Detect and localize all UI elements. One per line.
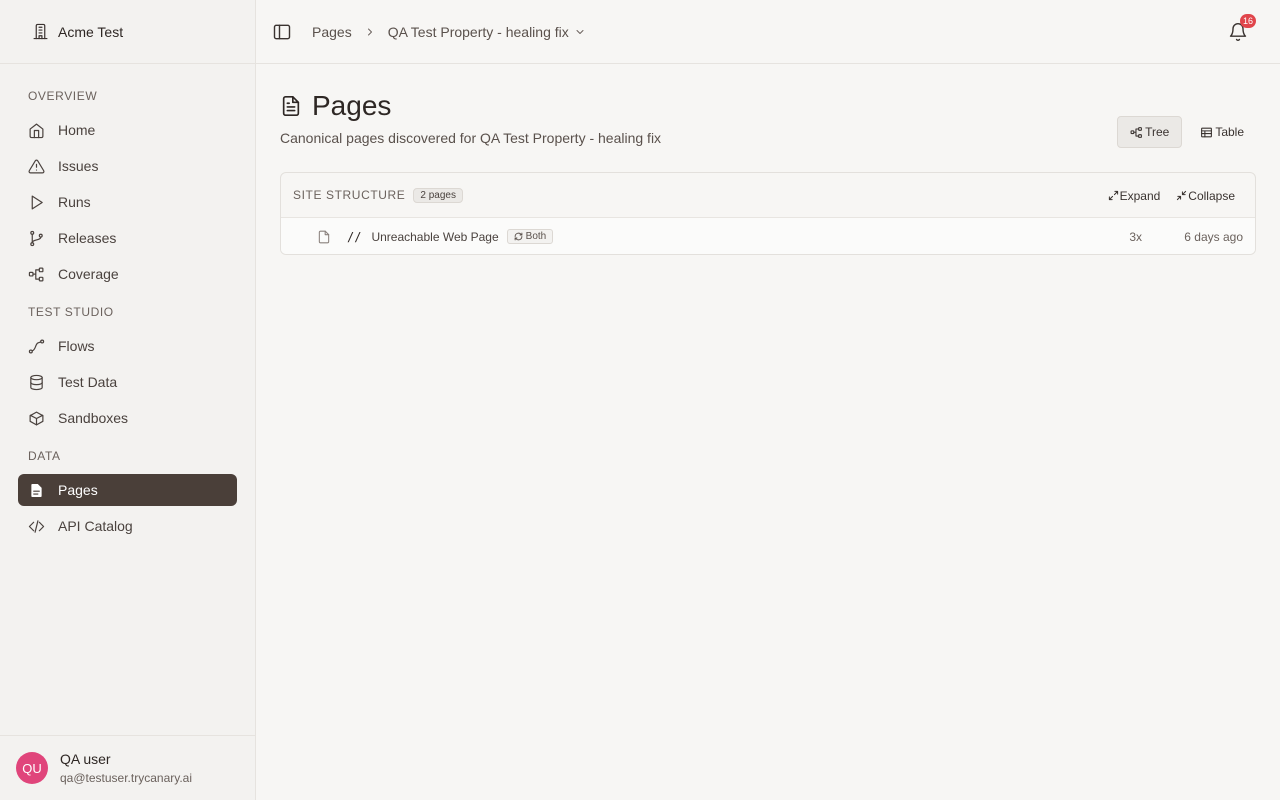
sidebar-item-issues[interactable]: Issues (18, 150, 237, 182)
page-subtitle: Canonical pages discovered for QA Test P… (280, 130, 662, 146)
site-structure-title: SITE STRUCTURE (293, 188, 406, 202)
sidebar-item-coverage[interactable]: Coverage (18, 258, 237, 290)
sidebar-item-flows[interactable]: Flows (18, 330, 237, 362)
sidebar: Acme Test OVERVIEW Home Issues Runs Rele… (0, 0, 256, 800)
user-email: qa@testuser.trycanary.ai (60, 771, 193, 785)
code-icon (28, 519, 45, 533)
table-view-button[interactable]: Table (1188, 116, 1256, 148)
breadcrumb-property[interactable]: QA Test Property - healing fix (388, 24, 569, 40)
section-overview: OVERVIEW (28, 89, 98, 103)
page-name: Unreachable Web Page (371, 229, 499, 244)
expand-label: Expand (1119, 188, 1161, 203)
home-icon (29, 123, 44, 138)
last-seen: 6 days ago (1184, 229, 1243, 244)
chevron-down-icon[interactable] (574, 26, 586, 38)
notification-count-badge: 16 (1239, 14, 1256, 28)
sidebar-item-api-catalog[interactable]: API Catalog (18, 510, 237, 542)
tree-actions: Expand Collapse (1100, 173, 1243, 218)
breadcrumb-pages[interactable]: Pages (312, 24, 352, 40)
collapse-label: Collapse (1188, 188, 1235, 203)
sidebar-item-label: Runs (58, 194, 91, 210)
sidebar-item-releases[interactable]: Releases (18, 222, 237, 254)
sidebar-item-label: Home (58, 122, 96, 138)
refresh-icon (514, 232, 522, 241)
tree-view-label: Tree (1145, 125, 1170, 139)
top-header: Pages QA Test Property - healing fix 16 (256, 0, 1280, 64)
database-icon (30, 374, 43, 390)
avatar: QU (16, 752, 48, 784)
sidebar-item-label: Sandboxes (58, 410, 129, 426)
sidebar-item-label: Issues (58, 158, 99, 174)
expand-button[interactable]: Expand (1100, 189, 1169, 203)
sidebar-item-pages[interactable]: Pages (18, 474, 237, 506)
view-toggle: Tree Table (1117, 116, 1256, 148)
user-name: QA user (60, 751, 111, 767)
file-text-icon (282, 96, 300, 116)
sidebar-toggle-icon (273, 24, 291, 40)
sidebar-item-home[interactable]: Home (18, 114, 237, 146)
box-icon (29, 411, 44, 425)
collapse-icon (1177, 190, 1187, 201)
building-icon (33, 23, 48, 40)
sidebar-item-test-data[interactable]: Test Data (18, 366, 237, 398)
sidebar-item-label: Releases (58, 230, 117, 246)
tree-view-button[interactable]: Tree (1117, 116, 1183, 148)
source-label: Both (525, 231, 547, 242)
expand-icon (1108, 190, 1118, 201)
breadcrumb: Pages QA Test Property - healing fix (312, 0, 586, 64)
chevron-right-icon (367, 28, 372, 36)
org-name: Acme Test (58, 23, 124, 40)
page-file-icon (318, 230, 330, 243)
page-count-badge: 2 pages (413, 187, 463, 203)
sidebar-toggle-button[interactable] (272, 22, 292, 42)
sidebar-nav: OVERVIEW Home Issues Runs Releases Cover… (0, 64, 255, 542)
collapse-button[interactable]: Collapse (1168, 189, 1243, 203)
sidebar-item-label: Test Data (58, 374, 118, 390)
sidebar-item-label: Flows (58, 338, 95, 354)
table-icon (1201, 127, 1213, 137)
sidebar-item-label: Coverage (58, 266, 119, 282)
org-switcher[interactable]: Acme Test (0, 0, 255, 64)
sidebar-item-sandboxes[interactable]: Sandboxes (18, 402, 237, 434)
user-menu[interactable]: QU QA user qa@testuser.trycanary.ai (0, 735, 255, 800)
main-content: Pages Canonical pages discovered for QA … (256, 64, 1280, 800)
file-icon (30, 482, 43, 498)
page-path: // (347, 229, 362, 244)
sidebar-item-label: Pages (58, 482, 98, 498)
page-header: Pages (280, 90, 391, 122)
site-structure-header: SITE STRUCTURE 2 pages Expand Collapse (281, 173, 1255, 218)
network-icon (28, 267, 44, 281)
section-data: DATA (28, 449, 61, 463)
section-test-studio: TEST STUDIO (28, 305, 114, 319)
tree-row[interactable]: // Unreachable Web Page Both 3x 6 days a… (281, 218, 1255, 254)
play-icon (31, 195, 43, 209)
sidebar-item-label: API Catalog (58, 518, 133, 534)
source-badge: Both (506, 229, 554, 244)
warning-icon (28, 159, 45, 173)
site-structure-panel: SITE STRUCTURE 2 pages Expand Collapse /… (280, 172, 1256, 255)
page-title: Pages (312, 90, 392, 121)
git-branch-icon (30, 230, 43, 246)
flow-icon (28, 339, 45, 353)
table-view-label: Table (1215, 125, 1244, 139)
visit-count: 3x (1129, 229, 1142, 244)
tree-icon (1130, 126, 1142, 138)
sidebar-item-runs[interactable]: Runs (18, 186, 237, 218)
